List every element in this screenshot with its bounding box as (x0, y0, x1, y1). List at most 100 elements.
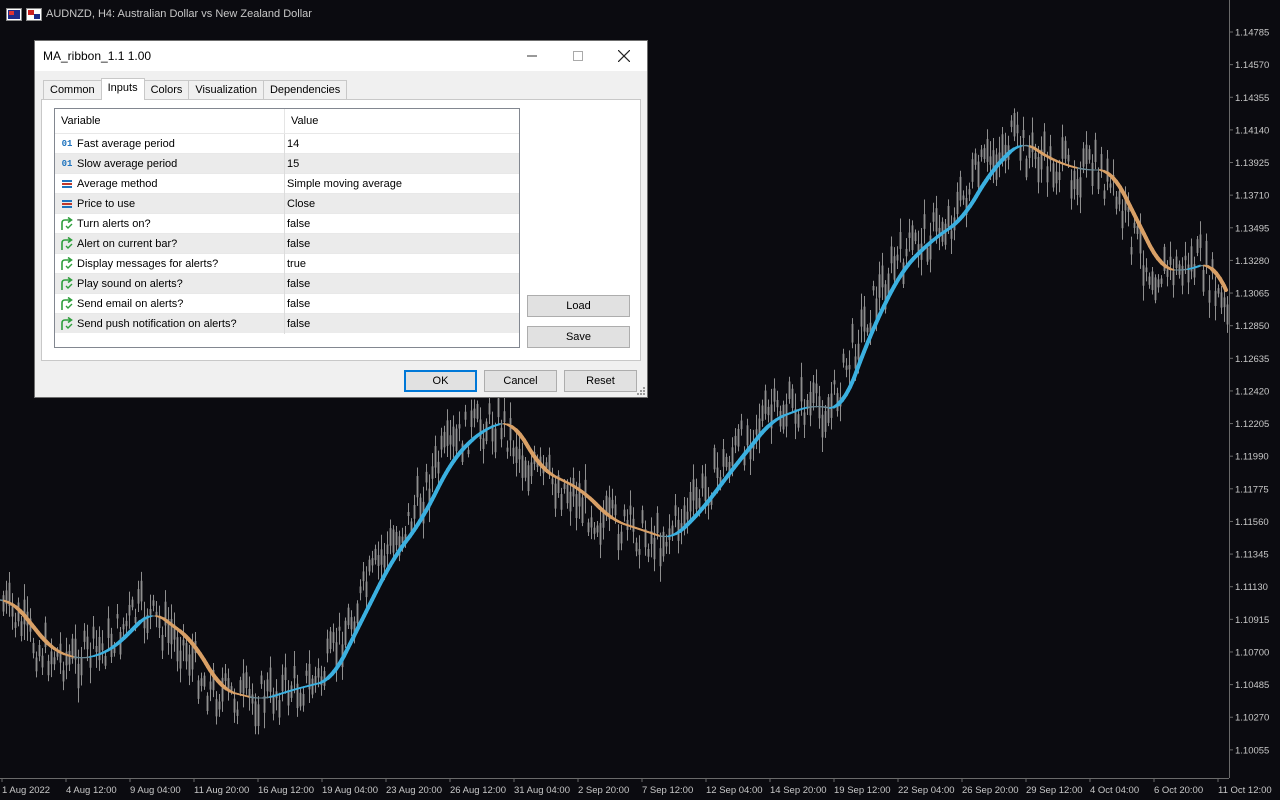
resize-grip-icon[interactable] (637, 387, 645, 395)
candle-body (1067, 154, 1070, 162)
cancel-button[interactable]: Cancel (484, 370, 557, 392)
candle-body (464, 411, 467, 420)
candle-body (764, 390, 767, 414)
param-row[interactable]: Display messages for alerts? true (55, 253, 519, 274)
candle-body (407, 512, 410, 517)
reset-button[interactable]: Reset (564, 370, 637, 392)
load-button[interactable]: Load (527, 295, 630, 317)
tab-common[interactable]: Common (43, 80, 102, 100)
candle-body (590, 517, 593, 528)
candle-body (1064, 140, 1067, 159)
candle-body (269, 667, 272, 692)
param-row[interactable]: 01 Fast average period 14 (55, 133, 519, 154)
candle-body (530, 462, 533, 477)
tab-colors[interactable]: Colors (143, 80, 190, 100)
candle-body (368, 559, 371, 572)
candle-body (518, 448, 521, 460)
param-value[interactable]: false (285, 238, 310, 250)
candle-body (89, 657, 92, 668)
price-label: 1.12205 (1235, 419, 1269, 430)
candle-body (449, 435, 452, 445)
param-row[interactable]: Send email on alerts? false (55, 293, 519, 314)
candle-body (203, 675, 206, 687)
param-row[interactable]: Send push notification on alerts? false (55, 313, 519, 334)
time-label: 2 Sep 20:00 (578, 785, 629, 796)
candle-body (455, 428, 458, 452)
candle-body (365, 581, 368, 598)
candle-body (347, 607, 350, 626)
candle-body (380, 549, 383, 565)
candle-body (311, 678, 314, 695)
candle-body (1019, 145, 1022, 161)
candle-body (128, 604, 131, 616)
bool-icon (59, 236, 75, 251)
candle-body (182, 639, 185, 646)
candle-body (20, 621, 23, 637)
param-row[interactable]: Alert on current bar? false (55, 233, 519, 254)
param-row[interactable]: Average method Simple moving average (55, 173, 519, 194)
candle-body (1181, 265, 1184, 286)
param-value[interactable]: Simple moving average (285, 178, 402, 190)
param-row[interactable]: Price to use Close (55, 193, 519, 214)
dialog-title: MA_ribbon_1.1 1.00 (43, 49, 152, 63)
param-value[interactable]: false (285, 298, 310, 310)
candle-body (371, 558, 374, 566)
candle-body (845, 365, 848, 370)
param-value[interactable]: false (285, 278, 310, 290)
candle-body (647, 548, 650, 557)
candle-body (968, 189, 971, 195)
column-header-variable[interactable]: Variable (55, 109, 285, 133)
candle-body (11, 606, 14, 617)
price-label: 1.10270 (1235, 713, 1269, 724)
candle-body (1085, 144, 1088, 165)
param-value[interactable]: false (285, 318, 310, 330)
price-label: 1.11990 (1235, 452, 1269, 463)
param-name-cell: 01 Fast average period (55, 133, 285, 154)
bool-icon (59, 216, 75, 231)
param-row[interactable]: Turn alerts on? false (55, 213, 519, 234)
param-value[interactable]: 15 (285, 158, 299, 170)
minimize-button[interactable] (509, 41, 555, 71)
param-row[interactable]: 01 Slow average period 15 (55, 153, 519, 174)
candle-body (527, 465, 530, 492)
dialog-titlebar[interactable]: MA_ribbon_1.1 1.00 (35, 41, 647, 71)
close-button[interactable] (601, 41, 647, 71)
candle-body (587, 522, 590, 533)
candle-body (1220, 292, 1223, 308)
ok-button[interactable]: OK (404, 370, 477, 392)
param-value[interactable]: 14 (285, 138, 299, 150)
candle-body (473, 408, 476, 419)
candle-body (623, 509, 626, 517)
candle-body (830, 393, 833, 418)
candle-body (1022, 129, 1025, 138)
tab-visualization[interactable]: Visualization (188, 80, 264, 100)
param-value[interactable]: Close (285, 198, 315, 210)
candle-body (986, 139, 989, 162)
maximize-button[interactable] (555, 41, 601, 71)
param-row[interactable]: Play sound on alerts? false (55, 273, 519, 294)
candle-body (1136, 226, 1139, 234)
tab-dependencies[interactable]: Dependencies (262, 80, 348, 100)
price-label: 1.11345 (1235, 550, 1269, 561)
candle-body (1133, 222, 1136, 229)
candle-body (1208, 290, 1211, 303)
column-header-value[interactable]: Value (285, 115, 318, 127)
tab-inputs[interactable]: Inputs (100, 78, 145, 100)
candle-body (893, 256, 896, 280)
candle-body (815, 383, 818, 394)
candle-body (974, 153, 977, 165)
price-label: 1.13280 (1235, 256, 1269, 267)
aud-flag-icon (6, 7, 22, 21)
candle-body (416, 476, 419, 498)
maximize-icon (573, 51, 583, 61)
candle-body (1187, 264, 1190, 283)
candle-body (293, 666, 296, 679)
candle-body (686, 511, 689, 520)
param-value[interactable]: false (285, 218, 310, 230)
param-name-cell: Average method (55, 173, 285, 194)
inputs-grid: Variable Value 01 Fast average period 14 01… (54, 108, 520, 348)
param-value[interactable]: true (285, 258, 306, 270)
save-button[interactable]: Save (527, 326, 630, 348)
param-name: Fast average period (77, 137, 175, 150)
candle-body (911, 225, 914, 251)
